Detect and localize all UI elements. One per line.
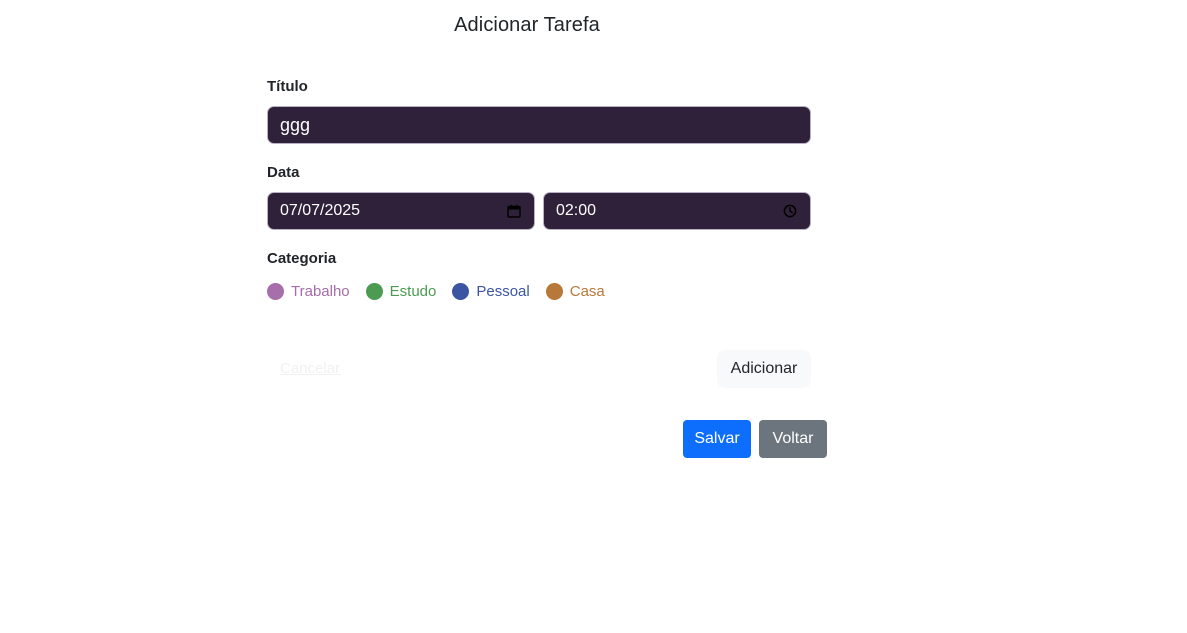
cancel-link[interactable]: Cancelar	[280, 360, 340, 377]
category-label-trabalho: Trabalho	[291, 282, 350, 300]
category-option-trabalho[interactable]: Trabalho	[267, 282, 350, 300]
category-option-pessoal[interactable]: Pessoal	[452, 282, 530, 300]
title-input-value: ggg	[280, 114, 311, 135]
time-input-value: 02:00	[556, 202, 597, 219]
date-label: Data	[267, 164, 300, 181]
category-option-casa[interactable]: Casa	[545, 282, 605, 300]
category-label: Categoria	[267, 250, 337, 267]
save-button[interactable]: Salvar	[683, 420, 751, 458]
page-title: Adicionar Tarefa	[454, 14, 600, 36]
back-button[interactable]: Voltar	[759, 420, 827, 458]
add-task-page: Adicionar Tarefa Título ggg Data 07/07/2…	[0, 0, 1187, 633]
category-label-estudo: Estudo	[389, 282, 437, 300]
category-options: Trabalho Estudo Pessoal Casa	[267, 281, 621, 301]
calendar-icon[interactable]	[506, 203, 522, 219]
add-button[interactable]: Adicionar	[717, 350, 811, 388]
category-dot-casa	[545, 282, 563, 300]
category-label-casa: Casa	[569, 282, 605, 300]
date-input-value: 07/07/2025	[280, 202, 361, 219]
title-label: Título	[267, 78, 308, 95]
category-dot-trabalho	[267, 282, 284, 300]
clock-icon[interactable]	[782, 203, 798, 219]
time-input[interactable]: 02:00	[543, 192, 811, 230]
title-input[interactable]: ggg	[267, 106, 811, 144]
category-label-pessoal: Pessoal	[476, 282, 530, 300]
date-input[interactable]: 07/07/2025	[267, 192, 535, 230]
category-dot-pessoal	[452, 282, 470, 300]
category-option-estudo[interactable]: Estudo	[365, 282, 437, 300]
category-dot-estudo	[365, 282, 383, 300]
